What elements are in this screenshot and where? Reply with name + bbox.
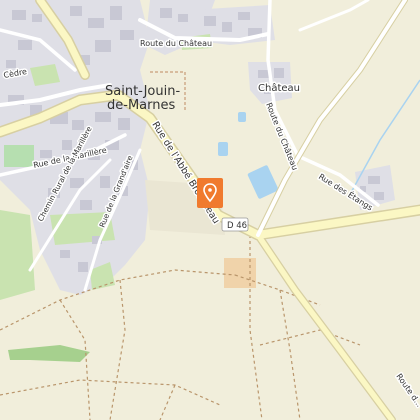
location-pin-icon[interactable] <box>197 178 223 208</box>
label-route-du-chateau-east: Route du Château <box>264 101 299 171</box>
label-route-se: Route d... <box>394 372 420 409</box>
town-name-line2: de-Marnes <box>107 98 175 113</box>
road-shield-d46: D 46 <box>221 217 249 232</box>
map-view[interactable]: Saint-Jouin- de-Marnes Château Route du … <box>0 0 420 420</box>
road-shield-label: D 46 <box>227 221 247 231</box>
map-canvas[interactable]: Saint-Jouin- de-Marnes Château Route du … <box>0 0 420 420</box>
town-name-line1: Saint-Jouin- <box>105 84 180 99</box>
hamlet-name: Château <box>258 82 300 94</box>
label-route-du-chateau-north: Route du Château <box>140 39 212 48</box>
